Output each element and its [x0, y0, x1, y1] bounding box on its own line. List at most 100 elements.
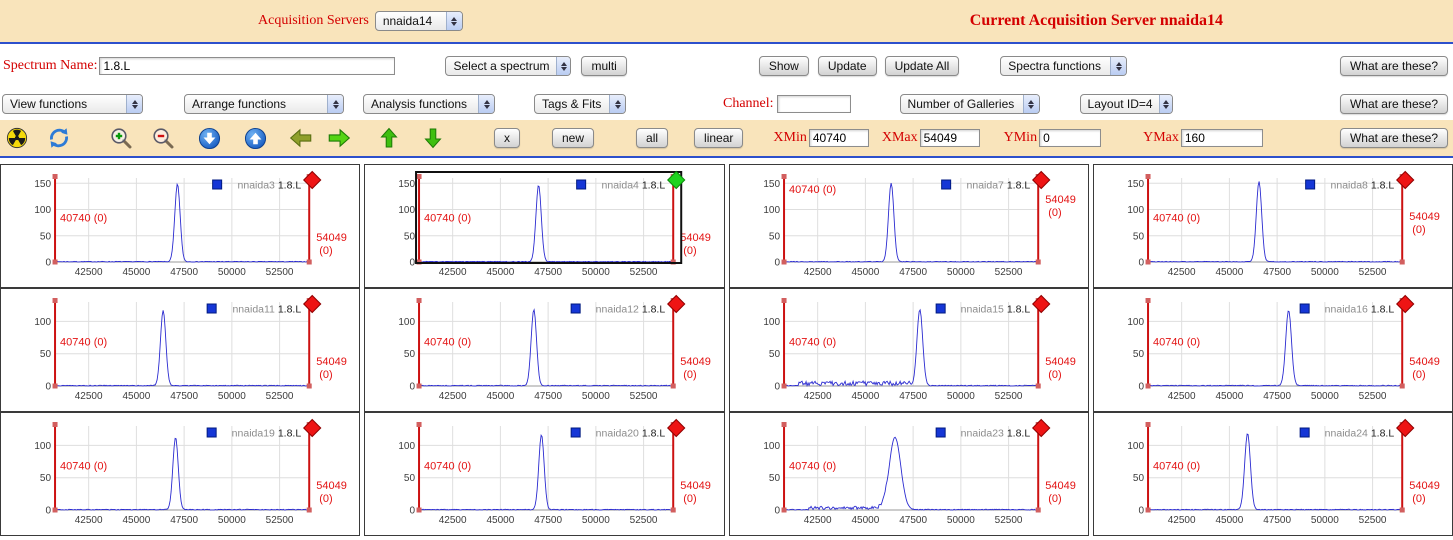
spectrum-panel-nnaida16[interactable]: 42500 45000 47500 50000 52500 0 50 100 40740 (0)…	[1092, 288, 1453, 412]
spectrum-panel-nnaida15[interactable]: 42500 45000 47500 50000 52500 0 50 100 40740 (0)…	[728, 288, 1089, 412]
spectrum-select[interactable]: Select a spectrum	[445, 56, 572, 76]
layout-select[interactable]: Layout ID=4	[1079, 94, 1173, 114]
marker-handle[interactable]	[416, 174, 422, 179]
svg-text:50000: 50000	[1311, 267, 1339, 278]
marker-handle[interactable]	[670, 383, 676, 389]
marker-handle[interactable]	[52, 507, 58, 513]
new-button[interactable]: new	[552, 128, 595, 148]
marker-handle[interactable]	[1035, 507, 1041, 513]
svg-text:42500: 42500	[803, 267, 831, 278]
galleries-select[interactable]: Number of Galleries	[899, 94, 1040, 114]
marker-handle[interactable]	[416, 298, 422, 303]
svg-text:100: 100	[763, 441, 780, 452]
marker-handle[interactable]	[1145, 174, 1151, 179]
spectrum-panel-nnaida4[interactable]: 42500 45000 47500 50000 52500 0 50 100 150 40740 …	[364, 164, 725, 288]
channel-label: Channel:	[723, 96, 774, 111]
plot-status-diamond[interactable]	[303, 294, 322, 314]
marker-handle[interactable]	[781, 507, 787, 513]
plot-status-diamond[interactable]	[1031, 294, 1050, 314]
scroll-up-icon[interactable]	[242, 125, 268, 151]
spectrum-panel-nnaida11[interactable]: 42500 45000 47500 50000 52500 0 50 100 40740 (0)…	[0, 288, 361, 412]
svg-text:0: 0	[45, 382, 51, 393]
arrow-right-icon[interactable]	[326, 125, 352, 151]
all-button[interactable]: all	[636, 128, 669, 148]
xmin-input[interactable]	[808, 129, 869, 147]
marker-handle[interactable]	[670, 507, 676, 513]
marker-handle[interactable]	[1399, 383, 1405, 389]
plot-status-diamond[interactable]	[1031, 418, 1050, 438]
marker-handle[interactable]	[416, 507, 422, 513]
spectrum-panel-nnaida3[interactable]: 42500 45000 47500 50000 52500 0 50 100 150 40740 …	[0, 164, 361, 288]
marker-handle[interactable]	[781, 383, 787, 389]
spectrum-panel-nnaida12[interactable]: 42500 45000 47500 50000 52500 0 50 100 40740 (0)…	[364, 288, 725, 412]
marker-handle[interactable]	[1145, 259, 1151, 265]
multi-button[interactable]: multi	[581, 56, 627, 76]
plot-status-diamond[interactable]	[1031, 170, 1050, 190]
plot-status-diamond[interactable]	[667, 294, 686, 314]
spectrum-panel-nnaida20[interactable]: 42500 45000 47500 50000 52500 0 50 100 40740 (0)…	[364, 412, 725, 536]
marker-handle[interactable]	[52, 259, 58, 265]
marker-handle[interactable]	[1145, 383, 1151, 389]
acquisition-server-select[interactable]: nnaida14	[374, 11, 463, 31]
legend-label: nnaida7 1.8.L	[966, 180, 1030, 192]
svg-text:47500: 47500	[534, 391, 562, 402]
update-all-button[interactable]: Update All	[884, 56, 960, 76]
scroll-down-icon[interactable]	[196, 125, 222, 151]
ymin-input[interactable]	[1039, 129, 1102, 147]
marker-handle[interactable]	[416, 383, 422, 389]
marker-handle[interactable]	[1145, 507, 1151, 513]
linear-button[interactable]: linear	[694, 128, 744, 148]
marker-handle[interactable]	[306, 507, 312, 513]
marker-handle[interactable]	[52, 174, 58, 179]
x-button[interactable]: x	[494, 128, 520, 148]
zoom-out-icon[interactable]	[150, 125, 176, 151]
view-functions-select[interactable]: View functions	[2, 94, 143, 114]
marker-handle[interactable]	[306, 259, 312, 265]
plot-status-diamond[interactable]	[303, 418, 322, 438]
marker-handle[interactable]	[1035, 383, 1041, 389]
plot-status-diamond[interactable]	[1395, 170, 1415, 190]
spectra-functions-select[interactable]: Spectra functions	[1000, 56, 1128, 76]
tags-fits-select[interactable]: Tags & Fits	[534, 94, 626, 114]
spectrum-panel-nnaida8[interactable]: 42500 45000 47500 50000 52500 0 50 100 150 40740 …	[1092, 164, 1453, 288]
arrow-up-icon[interactable]	[376, 125, 402, 151]
marker-handle[interactable]	[1035, 259, 1041, 265]
marker-handle[interactable]	[781, 174, 787, 179]
help-button-functions-row[interactable]: What are these?	[1339, 94, 1448, 114]
marker-handle[interactable]	[52, 422, 58, 427]
zoom-in-icon[interactable]	[108, 125, 134, 151]
spectrum-panel-nnaida7[interactable]: 42500 45000 47500 50000 52500 0 50 100 150 40740 …	[728, 164, 1089, 288]
ymax-input[interactable]	[1180, 129, 1263, 147]
marker-handle[interactable]	[416, 422, 422, 427]
arrow-left-icon[interactable]	[288, 125, 314, 151]
spectrum-panel-nnaida23[interactable]: 42500 45000 47500 50000 52500 0 50 100 40740 (0)…	[728, 412, 1089, 536]
refresh-icon[interactable]	[46, 125, 72, 151]
marker-handle[interactable]	[1399, 259, 1405, 265]
spectrum-panel-nnaida24[interactable]: 42500 45000 47500 50000 52500 0 50 100 40740 (0)…	[1092, 412, 1453, 536]
xmax-input[interactable]	[919, 129, 980, 147]
plot-status-diamond[interactable]	[303, 170, 322, 190]
help-button-spectrum-row[interactable]: What are these?	[1339, 56, 1448, 76]
update-button[interactable]: Update	[817, 56, 877, 76]
marker-handle[interactable]	[781, 422, 787, 427]
radiation-icon[interactable]	[4, 125, 30, 151]
arrow-down-icon[interactable]	[420, 125, 446, 151]
marker-handle[interactable]	[306, 383, 312, 389]
marker-handle[interactable]	[52, 298, 58, 303]
marker-handle[interactable]	[781, 298, 787, 303]
spectrum-name-input[interactable]	[99, 57, 396, 75]
show-button[interactable]: Show	[758, 56, 809, 76]
marker-handle[interactable]	[52, 383, 58, 389]
analysis-functions-select[interactable]: Analysis functions	[363, 94, 495, 114]
channel-input[interactable]	[776, 95, 851, 113]
plot-status-diamond[interactable]	[667, 418, 686, 438]
marker-handle[interactable]	[1399, 507, 1405, 513]
marker-handle[interactable]	[1145, 422, 1151, 427]
plot-status-diamond[interactable]	[1395, 294, 1415, 314]
help-button-toolbar-row[interactable]: What are these?	[1339, 128, 1448, 148]
arrange-functions-select[interactable]: Arrange functions	[184, 94, 344, 114]
marker-handle[interactable]	[781, 259, 787, 265]
marker-handle[interactable]	[1145, 298, 1151, 303]
spectrum-panel-nnaida19[interactable]: 42500 45000 47500 50000 52500 0 50 100 40740 (0)…	[0, 412, 361, 536]
plot-status-diamond[interactable]	[1395, 418, 1415, 438]
